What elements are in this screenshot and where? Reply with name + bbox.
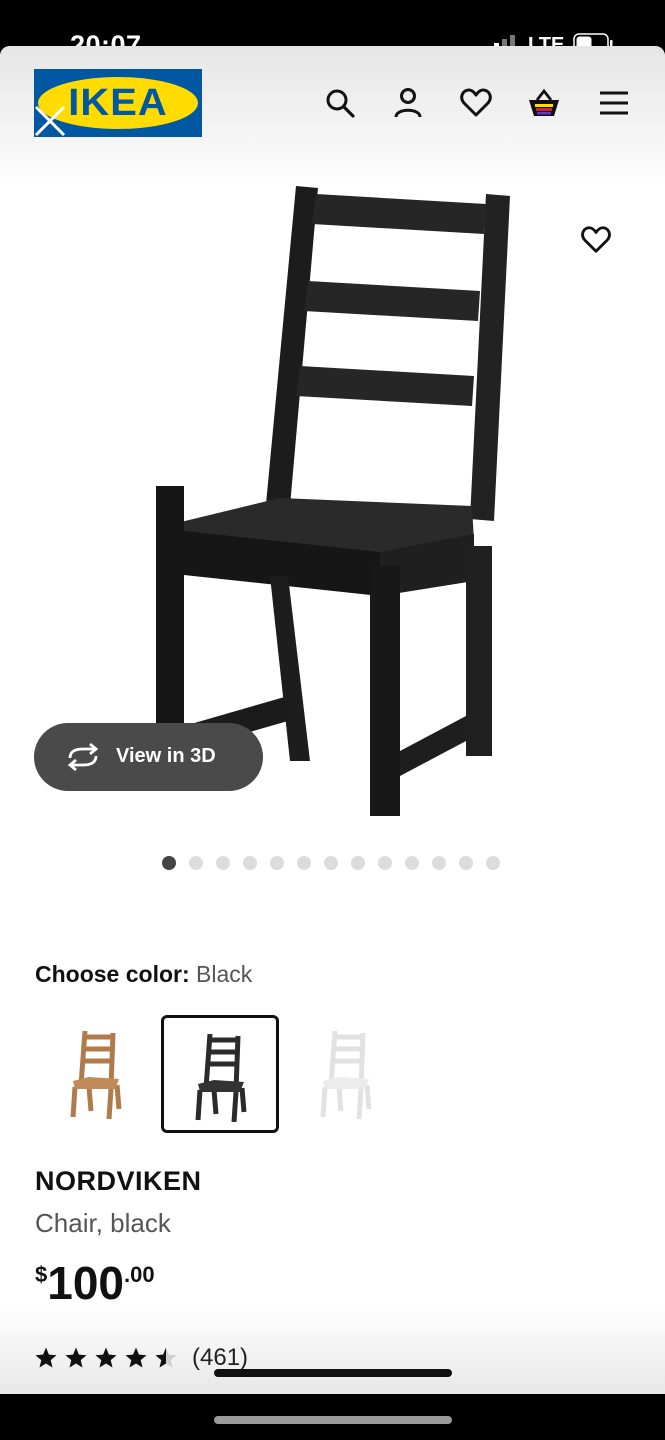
chair-brown-thumbnail — [70, 1030, 122, 1119]
color-option-black[interactable] — [161, 1015, 279, 1133]
price-decimal: .00 — [124, 1262, 155, 1287]
product-price: $100.00 — [35, 1258, 155, 1308]
gallery-dot[interactable] — [297, 856, 311, 870]
star-icon — [95, 1347, 117, 1368]
star-icon — [35, 1347, 57, 1368]
gallery-dot[interactable] — [432, 856, 446, 870]
status-bar: 20:07 LTE — [0, 0, 665, 60]
star-icon — [155, 1347, 177, 1368]
search-icon[interactable] — [323, 86, 357, 120]
product-description: Chair, black — [35, 1208, 171, 1238]
menu-icon[interactable] — [597, 86, 631, 120]
gallery-pagination[interactable] — [162, 856, 500, 870]
color-chooser-label: Choose color: Black — [35, 961, 252, 988]
system-home-bar — [214, 1416, 452, 1424]
cart-icon[interactable] — [527, 86, 561, 120]
view-in-3d-button[interactable]: View in 3D — [34, 723, 263, 791]
gallery-dot[interactable] — [270, 856, 284, 870]
choose-color-label: Choose color: — [35, 961, 190, 987]
selected-color: Black — [196, 961, 253, 987]
home-indicator — [214, 1369, 452, 1377]
close-icon[interactable] — [33, 104, 67, 138]
account-icon[interactable] — [391, 86, 425, 120]
gallery-dot[interactable] — [351, 856, 365, 870]
rating-stars — [34, 1346, 184, 1370]
gallery-dot[interactable] — [216, 856, 230, 870]
gallery-dot[interactable] — [243, 856, 257, 870]
gallery-dot[interactable] — [405, 856, 419, 870]
color-option-white[interactable] — [289, 1015, 407, 1133]
gallery-dot[interactable] — [324, 856, 338, 870]
price-integer: 100 — [47, 1257, 124, 1309]
star-icon — [125, 1347, 147, 1368]
price-currency: $ — [35, 1262, 48, 1287]
gallery-dot[interactable] — [378, 856, 392, 870]
gallery-dot[interactable] — [189, 856, 203, 870]
gallery-dot[interactable] — [459, 856, 473, 870]
favorites-icon[interactable] — [459, 86, 493, 120]
product-name[interactable]: NORDVIKEN — [35, 1166, 202, 1197]
product-rating[interactable]: (461) — [34, 1344, 248, 1372]
view-in-3d-label: View in 3D — [116, 745, 216, 767]
product-page: IKEA View in 3D Choose color: Black NORD… — [0, 46, 665, 1394]
star-icon — [65, 1347, 87, 1368]
rotate-3d-icon — [67, 743, 99, 771]
chair-black-thumbnail — [195, 1033, 247, 1122]
gallery-dot[interactable] — [486, 856, 500, 870]
gallery-dot[interactable] — [162, 856, 176, 870]
add-to-favorites-icon[interactable] — [580, 224, 612, 256]
chair-white-thumbnail — [320, 1030, 372, 1119]
review-count: (461) — [192, 1344, 249, 1371]
color-option-brown[interactable] — [39, 1015, 157, 1133]
